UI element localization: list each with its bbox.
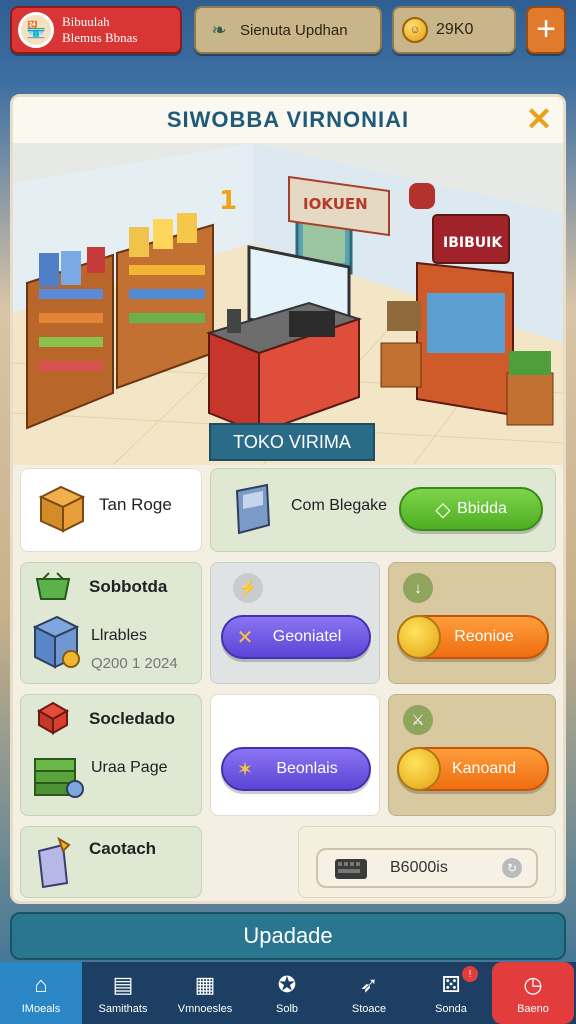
rocket-icon: ➶ <box>359 972 379 997</box>
nav-vmnoesles[interactable]: ▦ Vmnoesles <box>164 962 246 1024</box>
nav-solb[interactable]: ✪ Solb <box>246 962 328 1024</box>
notification-badge: ! <box>462 966 478 982</box>
card-reonioe: ↓ Reonioe <box>388 562 556 684</box>
nav-stoace[interactable]: ➶ Stoace <box>328 962 410 1024</box>
card-caotach[interactable]: Caotach <box>20 826 202 898</box>
bbidda-button[interactable]: ◇ Bbidda <box>399 487 543 531</box>
value-field[interactable]: B6000is ↻ <box>316 848 538 888</box>
shop-label: TOKO VIRIMA <box>209 423 375 461</box>
cash-stack-icon <box>34 758 84 798</box>
panel-header: SIWOBBA VIRNONIAI ✕ <box>13 97 563 143</box>
nav-baeno[interactable]: ◷ Baeno <box>492 962 574 1024</box>
coin-value: 29K0 <box>436 21 474 38</box>
top-bar: 🏪 Bibuulah Blemus Bbnas ❧ Sienuta Updhan… <box>0 0 576 64</box>
download-icon: ↓ <box>403 573 433 603</box>
tag-icon: ◇ <box>435 498 451 521</box>
com-blegake-label: Com Blegake <box>291 497 388 514</box>
card-socledado[interactable]: Socledado Uraa Page <box>20 694 202 816</box>
sword-icon: ⚔ <box>403 705 433 735</box>
svg-text:1: 1 <box>219 186 237 216</box>
status-label: Sienuta Updhan <box>240 21 348 39</box>
chart-icon: ▦ <box>194 972 216 997</box>
card-com-blegake: Com Blegake ◇ Bbidda <box>210 468 556 552</box>
card-kanoand: ⚔ Kanoand <box>388 694 556 816</box>
item-meta: Q200 1 2024 <box>91 655 178 672</box>
terminal-icon <box>235 483 271 535</box>
card-tan-roge[interactable]: Tan Roge <box>20 468 202 552</box>
field-value: B6000is <box>390 859 448 876</box>
nav-home[interactable]: ⌂ IMoeals <box>0 962 82 1024</box>
shop-scene: 1 IOKUEN IBIBUIK <box>13 143 563 465</box>
bolt-icon: ⚡ <box>233 573 263 603</box>
item-label: Llrables <box>91 627 148 644</box>
nav-sonda[interactable]: ⚄ ! Sonda <box>410 962 492 1024</box>
wall-sign: IOKUEN <box>303 195 368 213</box>
socledado-title: Socledado <box>89 709 175 728</box>
coin-icon <box>397 747 441 791</box>
update-button[interactable]: Upadade <box>10 912 566 960</box>
profile-line1: Bibuulah <box>62 14 110 29</box>
star-icon: ✪ <box>277 972 297 997</box>
coin-icon <box>397 615 441 659</box>
card-beonlais: ✶ Beonlais <box>210 694 380 816</box>
profile-line2: Blemus Bbnas <box>62 30 138 45</box>
sobbotda-title: Sobbotda <box>89 577 168 596</box>
star-burst-icon: ✶ <box>236 758 254 781</box>
card-geoniatel: ⚡ ✕ Geoniatel <box>210 562 380 684</box>
add-coins-button[interactable]: + <box>526 6 566 54</box>
bottom-nav: ⌂ IMoeals ▤ Samithats ▦ Vmnoesles ✪ Solb… <box>0 962 576 1024</box>
shop-illustration: 1 IOKUEN IBIBUIK <box>13 143 563 465</box>
home-icon: ⌂ <box>34 972 48 997</box>
storage-box-icon <box>33 615 80 669</box>
close-button[interactable]: ✕ <box>525 103 553 135</box>
bag-icon <box>37 836 71 889</box>
geoniatel-button[interactable]: ✕ Geoniatel <box>221 615 371 659</box>
keyboard-icon <box>335 859 367 879</box>
avatar[interactable]: 🏪 <box>18 12 54 48</box>
leaf-icon: ❧ <box>211 19 227 40</box>
panel-title: SIWOBBA VIRNONIAI <box>166 107 410 132</box>
document-icon: ▤ <box>112 972 134 997</box>
reonioe-button[interactable]: Reonioe <box>397 615 549 659</box>
crossed-tools-icon: ✕ <box>236 626 254 649</box>
caotach-title: Caotach <box>89 839 157 858</box>
clock-icon: ◷ <box>523 972 543 997</box>
refresh-icon[interactable]: ↻ <box>502 858 522 878</box>
kiosk-sign: IBIBUIK <box>443 235 503 251</box>
coin-counter[interactable]: ☺ 29K0 <box>392 6 516 54</box>
card-sobbotda[interactable]: Sobbotda Llrables Q200 1 2024 <box>20 562 202 684</box>
nav-samithats[interactable]: ▤ Samithats <box>82 962 164 1024</box>
status-panel[interactable]: ❧ Sienuta Updhan <box>194 6 382 54</box>
box-icon <box>38 485 86 533</box>
basket-icon <box>35 572 71 600</box>
coin-icon: ☺ <box>402 17 428 43</box>
tan-roge-label: Tan Roge <box>99 495 172 514</box>
item-label: Uraa Page <box>91 759 168 776</box>
beonlais-button[interactable]: ✶ Beonlais <box>221 747 371 791</box>
profile-text: Bibuulah Blemus Bbnas <box>62 14 137 46</box>
red-box-icon <box>36 701 70 735</box>
kanoand-button[interactable]: Kanoand <box>397 747 549 791</box>
profile-panel[interactable]: 🏪 Bibuulah Blemus Bbnas <box>10 6 182 54</box>
